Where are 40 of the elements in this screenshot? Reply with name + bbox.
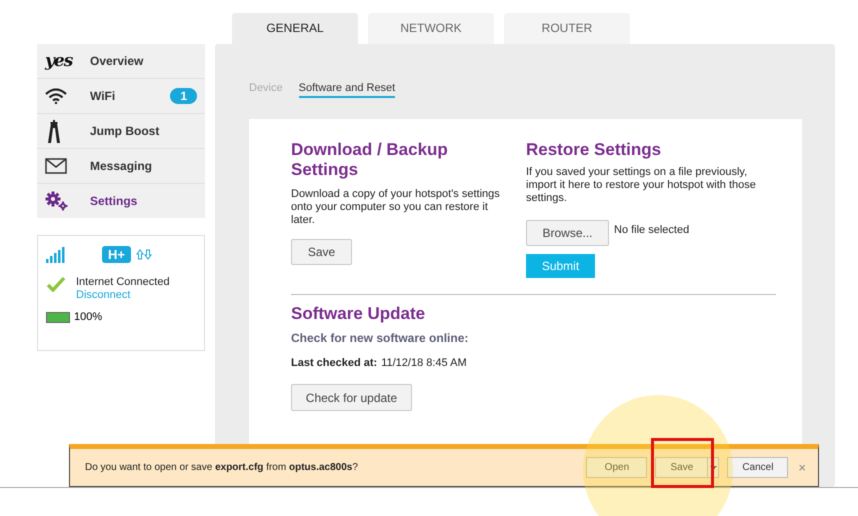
sidebar-item[interactable]: Settings: [37, 184, 205, 218]
sidebar-item[interactable]: yes Overview: [37, 44, 205, 79]
description: Download a copy of your hotspot's settings onto your computer so you can restore it later.: [291, 188, 501, 227]
tab[interactable]: NETWORK: [368, 13, 494, 44]
sidebar-item[interactable]: WiFi 1: [37, 79, 205, 114]
caret-icon: [710, 466, 717, 470]
save-button[interactable]: Save: [291, 239, 352, 265]
battery-level: 100%: [74, 311, 102, 323]
network-type-badge: H+: [102, 246, 131, 263]
section-title: Restore Settings: [526, 140, 662, 160]
checkmark-icon: [46, 276, 66, 292]
section-title: Software Update: [291, 304, 426, 324]
last-checked-label: Last checked at:: [291, 357, 378, 369]
tab[interactable]: GENERAL: [232, 13, 358, 44]
split-button[interactable]: Save: [655, 457, 720, 478]
section-title: Download / Backup Settings: [291, 140, 449, 180]
clamp-icon: [45, 119, 63, 143]
envelope-icon: [45, 158, 67, 174]
check-update-button[interactable]: Check for update: [291, 384, 412, 411]
connection-status: Internet Connected: [76, 276, 170, 289]
dialog-button[interactable]: Open: [586, 457, 648, 478]
sidebar-item[interactable]: Messaging: [37, 149, 205, 184]
count-badge: 1: [170, 88, 197, 104]
wifi-icon: [45, 88, 67, 104]
download-prompt: Do you want to open or save export.cfg from optus.ac800s?: [85, 462, 359, 473]
sidebar-item[interactable]: Jump Boost: [37, 114, 205, 149]
description: If you saved your settings on a file previously, import it here to restore your hotspot with those settings.: [526, 166, 757, 205]
last-checked-time: 11/12/18 8:45 AM: [381, 357, 467, 369]
gear-icon: [45, 191, 69, 211]
subtab[interactable]: Software and Reset: [298, 82, 396, 98]
battery-icon: [46, 312, 70, 322]
dialog-button[interactable]: Cancel: [727, 457, 788, 478]
highlight-frame: [651, 438, 714, 488]
file-status: No file selected: [614, 224, 690, 236]
browse-button[interactable]: Browse...: [526, 220, 609, 246]
signal-icon: [46, 246, 66, 262]
up-down-arrows-icon: [136, 249, 152, 260]
logo: yes: [45, 51, 72, 71]
section-subtitle: Check for new software online:: [291, 331, 470, 345]
tab[interactable]: ROUTER: [504, 13, 630, 44]
